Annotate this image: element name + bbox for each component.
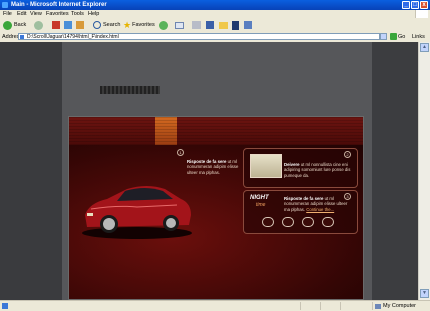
- scroll-up-button[interactable]: ▲: [420, 43, 429, 52]
- messenger-icon: [232, 20, 239, 30]
- page-icon: [20, 35, 24, 39]
- search-label: Search: [103, 22, 121, 28]
- menu-tools[interactable]: Tools: [71, 11, 84, 17]
- decorative-stripe: [100, 86, 160, 94]
- windows-logo-icon: [415, 10, 428, 18]
- vertical-scrollbar[interactable]: ▲ ▼: [418, 42, 430, 300]
- window-controls: _ □ x: [402, 1, 428, 9]
- folder-icon: [219, 21, 228, 29]
- address-input[interactable]: D:\Scroll\Jaguar\14794\html_F\index.html: [18, 33, 380, 40]
- history-icon: [159, 20, 168, 30]
- address-value: D:\Scroll\Jaguar\14794\html_F\index.html: [27, 34, 119, 40]
- star-icon: ★: [123, 19, 132, 30]
- back-arrow-icon: [3, 20, 12, 30]
- history-button[interactable]: [159, 20, 168, 30]
- menu-file[interactable]: File: [3, 11, 12, 17]
- left-background-strip: [0, 42, 62, 300]
- page-status-icon: [2, 303, 8, 309]
- site-header-band: [69, 117, 363, 145]
- continue-link[interactable]: Continue the...: [306, 207, 334, 212]
- menu-edit[interactable]: Edit: [17, 11, 26, 17]
- toolbar: Back Search ★ Favorites: [0, 18, 430, 33]
- brand-logo-2-icon[interactable]: [282, 217, 294, 227]
- edit-button[interactable]: [206, 20, 214, 30]
- favorites-button[interactable]: ★ Favorites: [123, 20, 155, 30]
- brand-logo-4-icon[interactable]: [322, 217, 334, 227]
- step-1-icon: 1: [177, 149, 184, 156]
- go-label: Go: [398, 33, 406, 40]
- feature-panel-1: 2 Deivere ut ml nonnullista cine eni adi…: [243, 148, 358, 188]
- title-bar: Main - Microsoft Internet Explorer _ □ x: [0, 0, 430, 10]
- site-hero: 1 Risposte de fa sere ut ml nonummeran a…: [69, 145, 363, 299]
- messenger-button[interactable]: [232, 20, 239, 30]
- car-thumbnail[interactable]: [250, 154, 282, 178]
- intro-text: Risposte de fa sere ut ml nonummeran adi…: [187, 159, 239, 175]
- menu-view[interactable]: View: [30, 11, 42, 17]
- mail-button[interactable]: [175, 20, 184, 30]
- window-title: Main - Microsoft Internet Explorer: [11, 1, 107, 8]
- minimize-button[interactable]: _: [402, 1, 410, 9]
- feature-panel-2: NIGHT time 3 Risposte de fa sere ut ml n…: [243, 190, 358, 234]
- refresh-button[interactable]: [64, 20, 72, 30]
- go-button[interactable]: Go: [390, 33, 405, 40]
- menu-help[interactable]: Help: [88, 11, 99, 17]
- right-background-strip: [372, 42, 419, 300]
- site-frame: 1 Risposte de fa sere ut ml nonummeran a…: [68, 116, 364, 300]
- status-bar: My Computer: [0, 300, 430, 311]
- media-button[interactable]: [244, 20, 252, 30]
- panel-1-title: Deivere: [284, 162, 300, 167]
- refresh-icon: [64, 21, 72, 29]
- back-label: Back: [14, 22, 27, 28]
- intro-title: Risposte de fa sere: [187, 159, 227, 164]
- scroll-down-button[interactable]: ▼: [420, 289, 429, 298]
- mail-icon: [175, 21, 184, 29]
- search-button[interactable]: Search: [93, 20, 120, 30]
- panel-2-text: Risposte de fa sere ut ml nonummeran adi…: [284, 196, 352, 212]
- stop-button[interactable]: [52, 20, 60, 30]
- stop-icon: [52, 21, 60, 29]
- search-icon: [93, 21, 101, 29]
- home-icon: [76, 21, 84, 29]
- night-title: NIGHT: [250, 195, 269, 201]
- folder-button[interactable]: [219, 20, 228, 30]
- panel-1-text: Deivere ut ml nonnullista cine eni adipi…: [284, 162, 352, 178]
- brand-logo-1-icon[interactable]: [262, 217, 274, 227]
- print-button[interactable]: [192, 20, 201, 30]
- forward-arrow-icon: [34, 20, 43, 30]
- print-icon: [192, 21, 201, 29]
- favorites-label: Favorites: [132, 22, 155, 28]
- ie-icon: [2, 2, 8, 8]
- computer-icon: [375, 303, 381, 309]
- page-content: 1 Risposte de fa sere ut ml nonummeran a…: [0, 42, 430, 300]
- night-subtitle: time: [256, 202, 266, 208]
- media-icon: [244, 21, 252, 29]
- links-button[interactable]: Links: [412, 34, 425, 40]
- forward-button[interactable]: [34, 20, 43, 30]
- menu-favorites[interactable]: Favorites: [46, 11, 69, 17]
- maximize-button[interactable]: □: [411, 1, 419, 9]
- security-zone: My Computer: [375, 303, 416, 309]
- zone-label: My Computer: [383, 303, 417, 309]
- panel-2-title: Risposte de fa sere: [284, 196, 324, 201]
- address-dropdown-button[interactable]: [380, 33, 387, 40]
- back-button[interactable]: Back: [3, 20, 26, 30]
- edit-icon: [206, 21, 214, 29]
- close-button[interactable]: x: [420, 1, 428, 9]
- brand-logo-3-icon[interactable]: [302, 217, 314, 227]
- home-button[interactable]: [76, 20, 84, 30]
- go-arrow-icon: [390, 33, 397, 40]
- step-2-icon: 2: [344, 151, 351, 158]
- car-image: [82, 186, 192, 239]
